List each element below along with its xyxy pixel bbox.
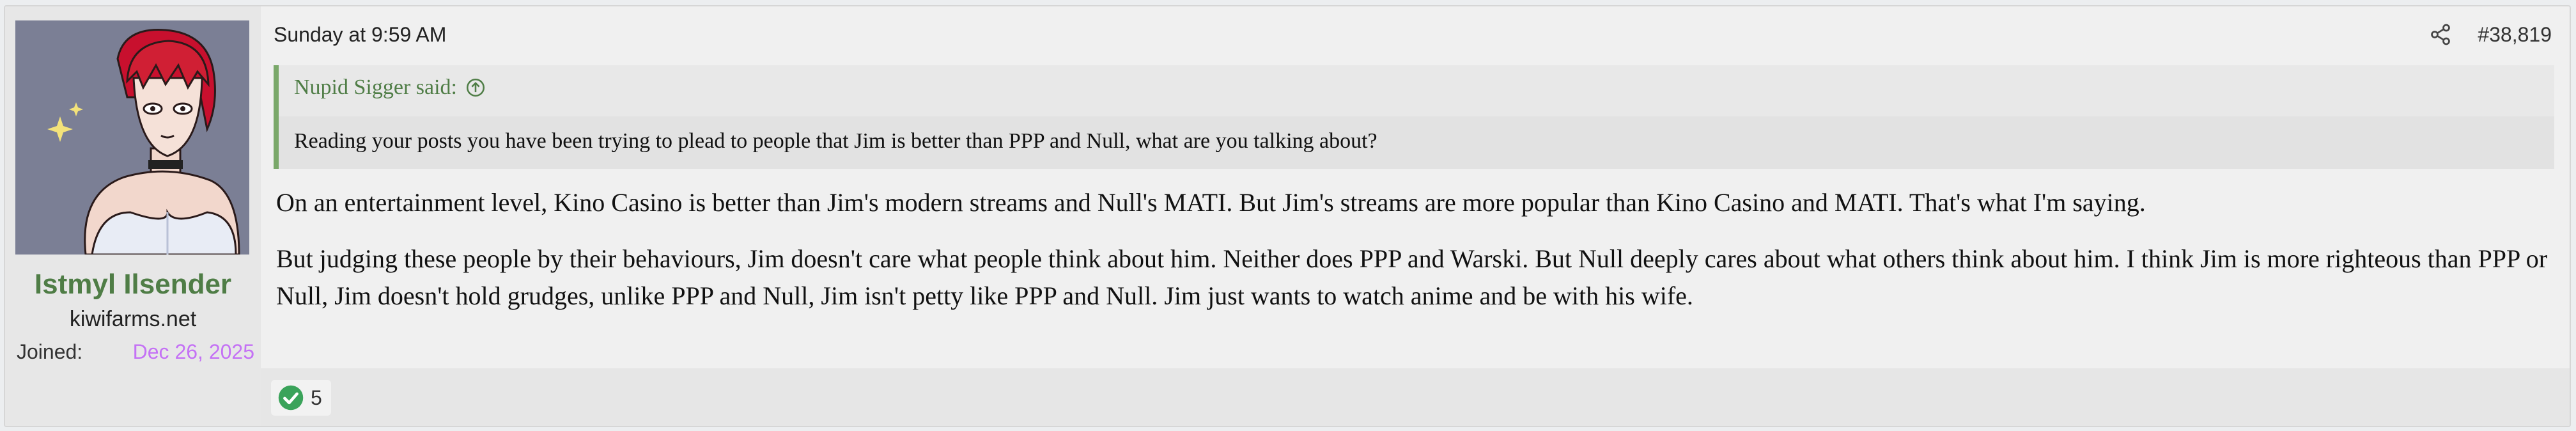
post-main-column: Sunday at 9:59 AM #38,819 Nupid Sigger s… [261,6,2570,426]
quote-header: Nupid Sigger said: [294,75,486,100]
reaction-summary[interactable]: 5 [271,380,331,416]
username[interactable]: Istmyl Ilsender [5,269,261,301]
quote-text: Reading your posts you have been trying … [279,116,2554,169]
quote-author[interactable]: Nupid Sigger said: [294,75,457,100]
post-number[interactable]: #38,819 [2478,23,2552,47]
post-footer: 5 [261,368,2570,426]
checkmark-icon [278,385,304,411]
post-message: On an entertainment level, Kino Casino i… [276,184,2558,315]
quote-block: Nupid Sigger said: Reading your posts yo… [274,65,2554,169]
joined-label: Joined: [17,340,83,363]
joined-date: Dec 26, 2025 [132,340,254,363]
post-header-actions: #38,819 [2429,20,2552,49]
post-timestamp[interactable]: Sunday at 9:59 AM [274,23,446,47]
user-title: kiwifarms.net [69,307,197,331]
share-icon[interactable] [2429,23,2452,46]
joined-row: Joined: Dec 26, 2025 [17,340,254,368]
message-paragraph: But judging these people by their behavi… [276,244,2548,310]
message-paragraph: On an entertainment level, Kino Casino i… [276,188,2146,217]
arrow-up-circle-icon[interactable] [465,77,486,98]
reaction-count: 5 [311,386,322,409]
forum-post: Istmyl Ilsender kiwifarms.net Joined: De… [4,5,2571,427]
user-info-column: Istmyl Ilsender kiwifarms.net Joined: De… [5,6,261,426]
avatar[interactable] [15,20,249,255]
